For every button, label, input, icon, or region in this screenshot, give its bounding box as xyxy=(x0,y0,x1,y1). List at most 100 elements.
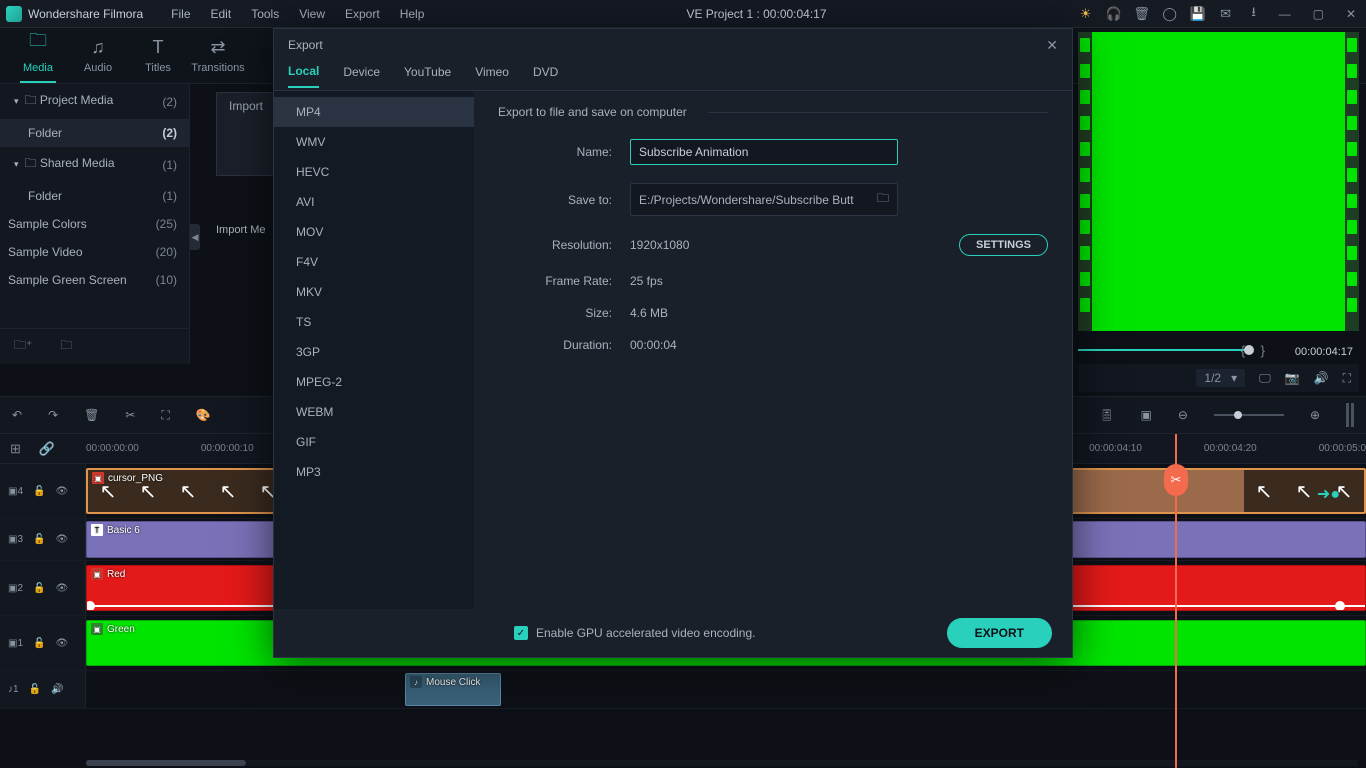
label: Sample Green Screen xyxy=(8,273,127,287)
zoom-out-icon[interactable]: ⊖ xyxy=(1178,408,1188,422)
save-icon[interactable]: 💾 xyxy=(1191,7,1205,21)
add-folder-icon[interactable]: 🗀⁺ xyxy=(14,336,32,357)
folder-browse-icon[interactable]: 🗀 xyxy=(877,189,889,210)
minimize-button[interactable]: — xyxy=(1275,7,1295,21)
sidebar-project-media[interactable]: ▾🗀 Project Media (2) xyxy=(0,84,189,119)
format-hevc[interactable]: HEVC xyxy=(274,157,474,187)
preview-markers[interactable]: { } xyxy=(1241,343,1271,358)
menu-edit[interactable]: Edit xyxy=(201,7,242,21)
sidebar-sample-green[interactable]: Sample Green Screen (10) xyxy=(0,266,189,294)
eye-icon[interactable]: 👁 xyxy=(55,534,68,545)
mail-icon[interactable]: ✉ xyxy=(1219,7,1233,21)
dialog-title: Export xyxy=(288,38,323,52)
format-f4v[interactable]: F4V xyxy=(274,247,474,277)
gpu-checkbox[interactable]: ✓ Enable GPU accelerated video encoding. xyxy=(514,626,755,640)
sidebar-folder-2[interactable]: Folder (1) xyxy=(0,182,189,210)
format-avi[interactable]: AVI xyxy=(274,187,474,217)
track-num: 3 xyxy=(17,534,23,545)
tab-device[interactable]: Device xyxy=(343,65,380,87)
fullscreen-icon[interactable]: ⛶ xyxy=(1343,371,1351,386)
headphones-icon[interactable]: 🎧 xyxy=(1107,7,1121,21)
export-button[interactable]: EXPORT xyxy=(947,618,1052,648)
redo-icon[interactable]: ↷ xyxy=(48,408,58,422)
camera-icon[interactable]: 📷 xyxy=(1285,371,1300,385)
format-mpeg2[interactable]: MPEG-2 xyxy=(274,367,474,397)
marker-icon[interactable]: ▣ xyxy=(1141,408,1152,422)
menu-view[interactable]: View xyxy=(289,7,335,21)
view-split-icon[interactable] xyxy=(1346,403,1354,427)
download-icon[interactable]: ⭳ xyxy=(1247,7,1261,21)
sidebar-folder-active[interactable]: Folder (2) xyxy=(0,119,189,147)
menu-export[interactable]: Export xyxy=(335,7,390,21)
dialog-close-button[interactable]: ✕ xyxy=(1046,37,1058,54)
module-titles[interactable]: T Titles xyxy=(128,33,188,78)
format-ts[interactable]: TS xyxy=(274,307,474,337)
menu-help[interactable]: Help xyxy=(390,7,435,21)
module-media[interactable]: 🗀 Media xyxy=(8,24,68,87)
menu-tools[interactable]: Tools xyxy=(241,7,289,21)
tab-local[interactable]: Local xyxy=(288,64,319,88)
undo-icon[interactable]: ↶ xyxy=(12,408,22,422)
lock-icon[interactable]: 🔓 xyxy=(29,684,41,695)
tab-dvd[interactable]: DVD xyxy=(533,65,558,87)
duration-value: 00:00:04 xyxy=(630,338,677,352)
format-mp3[interactable]: MP3 xyxy=(274,457,474,487)
tab-vimeo[interactable]: Vimeo xyxy=(475,65,509,87)
user-icon[interactable]: ◯ xyxy=(1163,7,1177,21)
collapse-handle[interactable]: ◀ xyxy=(190,224,200,250)
add-track-icon[interactable]: ⊞ xyxy=(10,441,21,457)
close-button[interactable]: ✕ xyxy=(1342,7,1360,21)
transition-icon: ⇄ xyxy=(210,37,225,58)
playhead[interactable]: ✂ xyxy=(1175,434,1177,768)
name-input[interactable] xyxy=(630,139,898,165)
link-icon[interactable]: 🔗 xyxy=(39,441,55,457)
eye-icon[interactable]: 👁 xyxy=(55,486,68,497)
folder-icon[interactable]: 🗀 xyxy=(60,336,72,357)
lock-icon[interactable]: 🔓 xyxy=(33,486,45,497)
speaker-icon[interactable]: 🔊 xyxy=(1314,371,1329,385)
format-mp4[interactable]: MP4 xyxy=(274,97,474,127)
format-mov[interactable]: MOV xyxy=(274,217,474,247)
mixer-icon[interactable]: 🎚 xyxy=(1099,408,1114,422)
clip-mouse-click[interactable]: ♪Mouse Click xyxy=(405,673,501,706)
scissors-icon[interactable]: ✂ xyxy=(1164,464,1188,496)
preview-scrubber[interactable] xyxy=(1078,349,1249,351)
color-icon[interactable]: 🎨 xyxy=(196,408,211,422)
trash-icon[interactable]: 🗑 xyxy=(1135,7,1149,21)
format-gif[interactable]: GIF xyxy=(274,427,474,457)
cut-icon[interactable]: ✂ xyxy=(125,408,135,422)
music-icon: ♫ xyxy=(91,37,105,58)
speaker-icon[interactable]: 🔊 xyxy=(51,684,63,695)
menu-file[interactable]: File xyxy=(161,7,200,21)
label: Sample Video xyxy=(8,245,83,259)
lock-icon[interactable]: 🔓 xyxy=(33,534,45,545)
media-sidebar: ▾🗀 Project Media (2) Folder (2) ▾🗀 Share… xyxy=(0,84,190,364)
format-mkv[interactable]: MKV xyxy=(274,277,474,307)
import-thumbnail[interactable]: Import xyxy=(216,92,276,176)
lock-icon[interactable]: 🔓 xyxy=(33,583,45,594)
module-audio[interactable]: ♫ Audio xyxy=(68,33,128,78)
eye-icon[interactable]: 👁 xyxy=(55,638,68,649)
lock-icon[interactable]: 🔓 xyxy=(33,638,45,649)
crop-icon[interactable]: ⛶ xyxy=(161,408,169,423)
save-to-path[interactable]: E:/Projects/Wondershare/Subscribe Butt 🗀 xyxy=(630,183,898,216)
sun-icon[interactable]: ☀ xyxy=(1079,7,1093,21)
format-wmv[interactable]: WMV xyxy=(274,127,474,157)
preview-screen[interactable] xyxy=(1078,32,1359,331)
zoom-in-icon[interactable]: ⊕ xyxy=(1310,408,1320,422)
settings-button[interactable]: SETTINGS xyxy=(959,234,1048,256)
sidebar-sample-colors[interactable]: Sample Colors (25) xyxy=(0,210,189,238)
module-transitions[interactable]: ⇄ Transitions xyxy=(188,33,248,78)
format-3gp[interactable]: 3GP xyxy=(274,337,474,367)
delete-icon[interactable]: 🗑 xyxy=(84,408,99,422)
sidebar-sample-video[interactable]: Sample Video (20) xyxy=(0,238,189,266)
format-webm[interactable]: WEBM xyxy=(274,397,474,427)
zoom-slider[interactable] xyxy=(1214,414,1284,416)
tab-youtube[interactable]: YouTube xyxy=(404,65,451,87)
preview-zoom-select[interactable]: 1/2▾ xyxy=(1196,369,1245,387)
display-icon[interactable]: 🖵 xyxy=(1259,371,1271,386)
timeline-scrollbar[interactable] xyxy=(86,760,1358,766)
eye-icon[interactable]: 👁 xyxy=(55,583,68,594)
sidebar-shared-media[interactable]: ▾🗀 Shared Media (1) xyxy=(0,147,189,182)
maximize-button[interactable]: ▢ xyxy=(1309,7,1328,21)
